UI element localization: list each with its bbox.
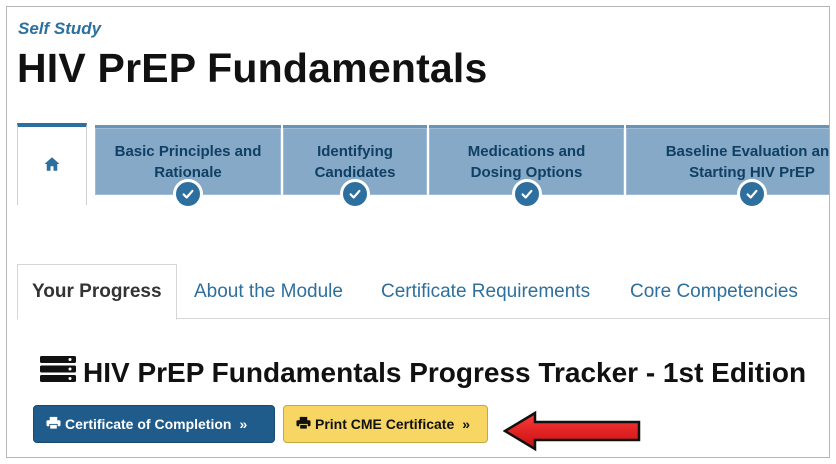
chevron-icon: »	[239, 416, 248, 432]
print-icon	[296, 416, 315, 433]
tab-baseline-evaluation[interactable]: Baseline Evaluation and Starting HIV PrEP	[626, 125, 830, 209]
cme-label: Print CME Certificate	[315, 416, 455, 432]
print-cme-certificate-button[interactable]: Print CME Certificate »	[283, 405, 488, 443]
chevron-icon: »	[462, 416, 471, 432]
content-tabs: Your Progress About the Module Certifica…	[17, 264, 829, 320]
tab-label-line1: Baseline Evaluation and	[665, 142, 830, 160]
tab-about-module[interactable]: About the Module	[180, 264, 357, 320]
tab-your-progress[interactable]: Your Progress	[17, 264, 177, 320]
tab-basic-principles[interactable]: Basic Principles and Rationale	[95, 125, 281, 209]
completed-check-icon	[173, 179, 203, 209]
database-icon	[39, 355, 83, 390]
tab-label-line1: Basic Principles and	[114, 142, 262, 160]
page-title: HIV PrEP Fundamentals	[17, 45, 488, 91]
tab-identifying-candidates[interactable]: Identifying Candidates	[283, 125, 427, 209]
tab-label-line2: Dosing Options	[470, 163, 583, 181]
home-icon	[43, 155, 61, 178]
tab-label-line2: Starting HIV PrEP	[689, 163, 815, 181]
tracker-title: HIV PrEP Fundamentals Progress Tracker -…	[83, 356, 807, 388]
print-icon	[46, 416, 65, 433]
tab-label-line2: Rationale	[154, 163, 222, 181]
tab-label-line1: Identifying	[317, 142, 393, 160]
tab-label-line2: Candidates	[314, 163, 396, 181]
tracker-heading: HIV PrEP Fundamentals Progress Tracker -…	[39, 355, 806, 390]
page-frame: Self Study HIV PrEP Fundamentals Basic P…	[6, 6, 830, 458]
certificate-of-completion-button[interactable]: Certificate of Completion »	[33, 405, 275, 443]
red-arrow-annotation	[502, 409, 643, 453]
tab-medications-dosing[interactable]: Medications and Dosing Options	[429, 125, 624, 209]
completed-check-icon	[511, 179, 542, 209]
module-tabs: Basic Principles and Rationale Identifyin…	[17, 117, 830, 217]
tab-core-competencies[interactable]: Core Competencies	[616, 264, 812, 320]
tab-label-line1: Medications and	[467, 142, 586, 160]
completion-label: Certificate of Completion	[65, 416, 232, 432]
eyebrow-label: Self Study	[18, 19, 102, 38]
tab-home[interactable]	[17, 123, 87, 205]
tab-certificate-requirements[interactable]: Certificate Requirements	[367, 264, 604, 320]
completed-check-icon	[340, 179, 370, 209]
completed-check-icon	[737, 179, 767, 209]
